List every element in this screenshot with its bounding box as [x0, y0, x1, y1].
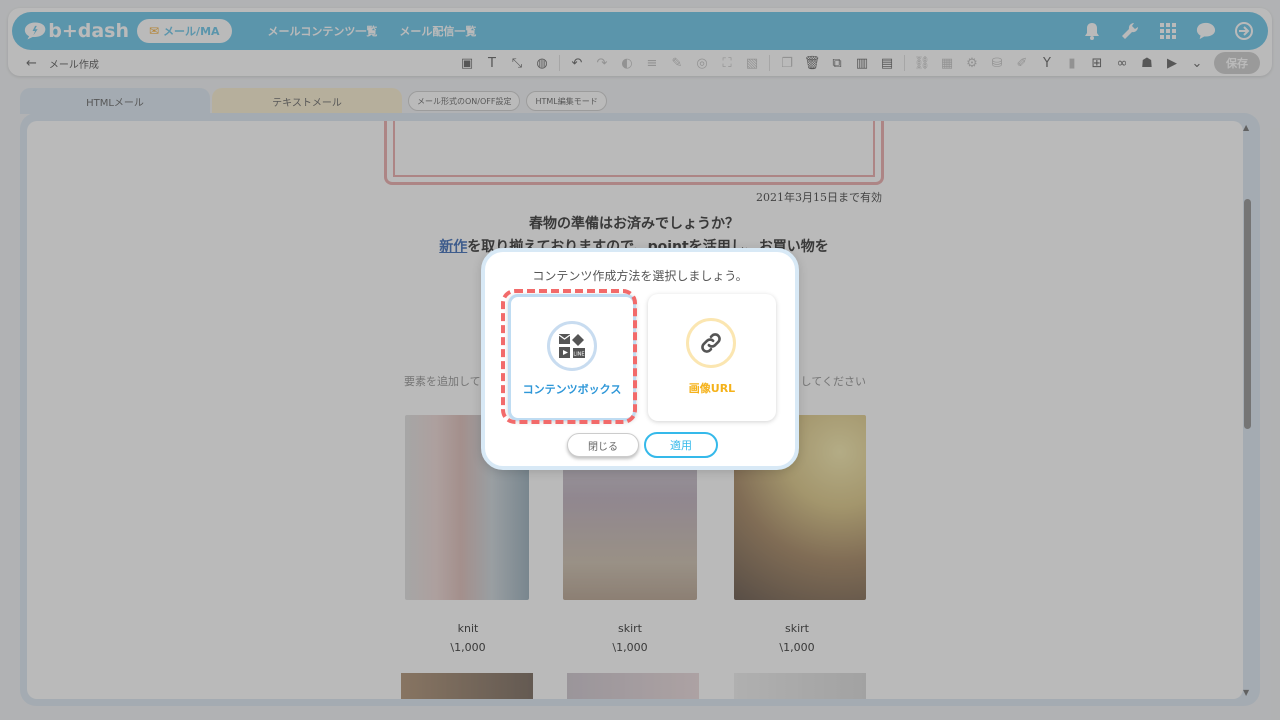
image-url-icon	[686, 318, 736, 368]
image-url-label: 画像URL	[688, 382, 736, 395]
close-button[interactable]: 閉じる	[567, 433, 639, 457]
apply-button[interactable]: 適用	[644, 432, 718, 458]
dialog-title: コンテンツ作成方法を選択しましょう。	[532, 269, 748, 283]
selection-highlight	[501, 289, 637, 424]
image-url-option[interactable]: 画像URL	[648, 294, 776, 421]
